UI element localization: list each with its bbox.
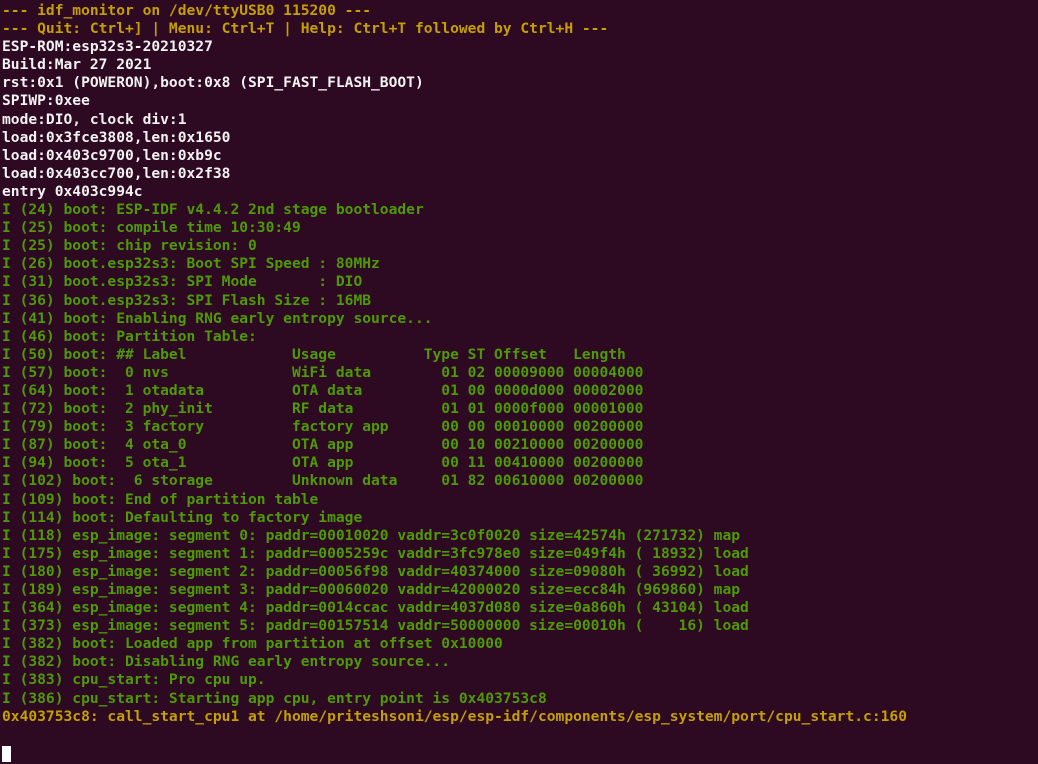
terminal-line: I (36) boot.esp32s3: SPI Flash Size : 16… — [2, 291, 372, 309]
terminal-line: I (102) boot: 6 storage Unknown data 01 … — [2, 472, 644, 490]
terminal-line: I (79) boot: 3 factory factory app 00 00… — [2, 418, 644, 436]
terminal-line: I (180) esp_image: segment 2: paddr=0005… — [2, 562, 749, 580]
terminal-line: I (373) esp_image: segment 5: paddr=0015… — [2, 617, 749, 635]
terminal-line: I (382) boot: Disabling RNG early entrop… — [2, 653, 451, 671]
terminal-line: mode:DIO, clock div:1 — [2, 110, 187, 128]
terminal-line: load:0x3fce3808,len:0x1650 — [2, 128, 231, 146]
terminal-line: I (25) boot: compile time 10:30:49 — [2, 219, 301, 237]
terminal-line: I (57) boot: 0 nvs WiFi data 01 02 00009… — [2, 363, 644, 381]
terminal-line: I (109) boot: End of partition table — [2, 490, 319, 508]
terminal-line: I (118) esp_image: segment 0: paddr=0001… — [2, 526, 741, 544]
terminal-line: I (25) boot: chip revision: 0 — [2, 237, 257, 255]
terminal-line: I (175) esp_image: segment 1: paddr=0005… — [2, 544, 749, 562]
terminal-prompt-line — [2, 744, 1038, 762]
terminal-line: I (72) boot: 2 phy_init RF data 01 01 00… — [2, 400, 644, 418]
terminal-line: --- Quit: Ctrl+] | Menu: Ctrl+T | Help: … — [2, 20, 609, 38]
terminal-line: rst:0x1 (POWERON),boot:0x8 (SPI_FAST_FLA… — [2, 74, 424, 92]
terminal-output: --- idf_monitor on /dev/ttyUSB0 115200 -… — [2, 2, 1038, 744]
terminal-window[interactable]: --- idf_monitor on /dev/ttyUSB0 115200 -… — [0, 0, 1038, 764]
terminal-line: I (31) boot.esp32s3: SPI Mode : DIO — [2, 273, 363, 291]
terminal-line: --- idf_monitor on /dev/ttyUSB0 115200 -… — [2, 2, 372, 19]
terminal-line: I (382) boot: Loaded app from partition … — [2, 635, 503, 653]
terminal-line: I (24) boot: ESP-IDF v4.4.2 2nd stage bo… — [2, 201, 424, 219]
terminal-line: I (26) boot.esp32s3: Boot SPI Speed : 80… — [2, 255, 380, 273]
terminal-line: I (50) boot: ## Label Usage Type ST Offs… — [2, 345, 626, 363]
terminal-line: load:0x403cc700,len:0x2f38 — [2, 164, 231, 182]
terminal-line: I (94) boot: 5 ota_1 OTA app 00 11 00410… — [2, 454, 644, 472]
terminal-line: 0x403753c8: call_start_cpu1 at /home/pri… — [2, 707, 907, 725]
terminal-line: I (383) cpu_start: Pro cpu up. — [2, 671, 266, 689]
terminal-line: I (114) boot: Defaulting to factory imag… — [2, 508, 363, 526]
terminal-line: I (364) esp_image: segment 4: paddr=0014… — [2, 599, 749, 617]
terminal-line: SPIWP:0xee — [2, 92, 90, 110]
terminal-line: I (189) esp_image: segment 3: paddr=0006… — [2, 581, 741, 598]
terminal-line: load:0x403c9700,len:0xb9c — [2, 146, 222, 164]
terminal-line: I (64) boot: 1 otadata OTA data 01 00 00… — [2, 381, 644, 399]
terminal-line: Build:Mar 27 2021 — [2, 56, 152, 74]
terminal-line: I (46) boot: Partition Table: — [2, 327, 257, 345]
terminal-line: I (386) cpu_start: Starting app cpu, ent… — [2, 689, 547, 707]
terminal-line: I (41) boot: Enabling RNG early entropy … — [2, 309, 433, 327]
terminal-line: entry 0x403c994c — [2, 182, 143, 200]
terminal-line: ESP-ROM:esp32s3-20210327 — [2, 38, 213, 56]
text-cursor — [2, 745, 11, 762]
terminal-line: I (87) boot: 4 ota_0 OTA app 00 10 00210… — [2, 436, 644, 454]
